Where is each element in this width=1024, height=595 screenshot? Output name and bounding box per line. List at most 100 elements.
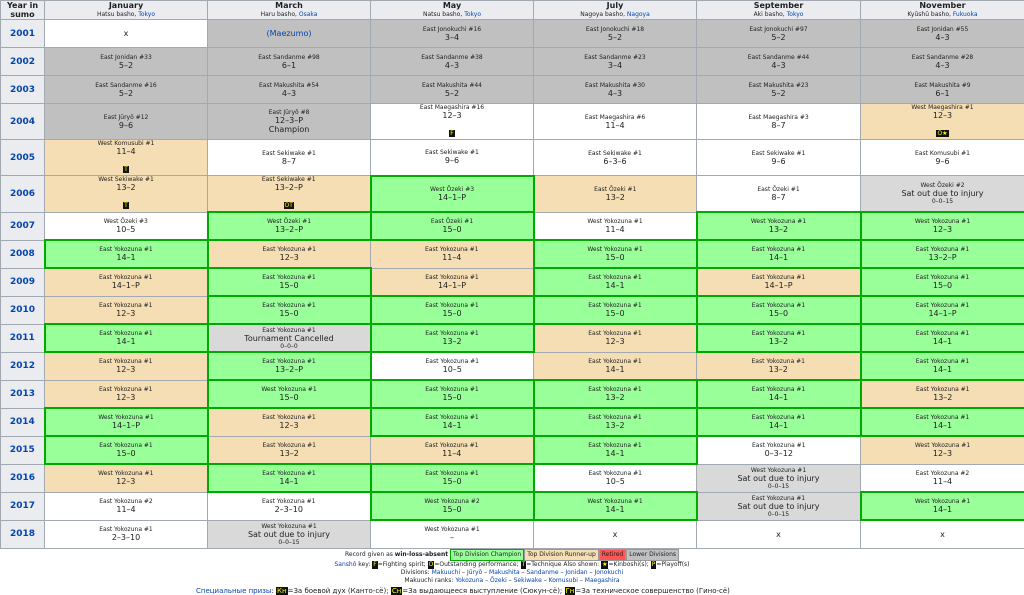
city-link[interactable]: Nagoya: [627, 11, 650, 18]
technique-text: =Technique Also shown:: [526, 561, 601, 568]
division-link[interactable]: Sandanme: [526, 569, 558, 576]
city-link[interactable]: Osaka: [299, 11, 318, 18]
basho-cell: East Yokozuna #113–2: [371, 324, 534, 352]
city-link[interactable]: Fukuoka: [953, 11, 978, 18]
rank-label: East Yokozuna #1: [372, 386, 533, 393]
rank-label: East Maegashira #16: [371, 104, 533, 111]
sansho-link[interactable]: Sanshō: [334, 561, 356, 568]
record-score: 15–0: [372, 225, 533, 234]
basho-cell: East Yokozuna #115–0: [697, 296, 861, 324]
year-link[interactable]: 2007: [1, 212, 45, 240]
legend-champion: Top Division Champion: [450, 549, 524, 561]
city-link[interactable]: Tokyo: [464, 11, 481, 18]
year-link[interactable]: 2002: [1, 48, 45, 76]
year-link[interactable]: 2003: [1, 76, 45, 104]
legend-divisions-row: Divisions: Makuuchi – Jūryō – Makushita …: [0, 569, 1024, 577]
year-link[interactable]: 2010: [1, 296, 45, 324]
year-link[interactable]: 2005: [1, 140, 45, 176]
year-link[interactable]: 2016: [1, 464, 45, 492]
city-link[interactable]: Tokyo: [138, 11, 155, 18]
rank-label: East Maegashira #6: [534, 114, 696, 121]
record-note: 0–0–15: [208, 539, 370, 546]
year-link[interactable]: 2004: [1, 104, 45, 140]
year-link[interactable]: 2015: [1, 436, 45, 464]
table-row: 2016West Yokozuna #112–3East Yokozuna #1…: [1, 464, 1024, 492]
year-link[interactable]: 2001: [1, 20, 45, 48]
basho-cell: East Yokozuna #115–0: [208, 268, 371, 296]
year-link[interactable]: 2012: [1, 352, 45, 380]
basho-cell: East Jonokuchi #163–4: [371, 20, 534, 48]
basho-cell: East Yokozuna #111–4: [371, 436, 534, 464]
basho-cell: East Makushita #96–1: [861, 76, 1024, 104]
record-score: 14–1: [862, 337, 1024, 346]
rank-label: East Yokozuna #1: [862, 358, 1024, 365]
prize-badge-icon: F: [449, 130, 454, 137]
rank-label: East Yokozuna #1: [209, 414, 370, 421]
rank-label: West Yokozuna #1: [535, 498, 696, 505]
rank-label: East Yokozuna #1: [209, 327, 370, 334]
basho-location: Nagoya basho, Nagoya: [534, 10, 696, 19]
rank-label: East Sekiwake #1: [534, 150, 696, 157]
rank-label: East Makushita #30: [534, 82, 696, 89]
record-score[interactable]: (Maezumo): [208, 29, 370, 38]
rank-label: East Yokozuna #1: [862, 274, 1024, 281]
rank-label: East Ōzeki #1: [535, 186, 697, 193]
basho-cell: East Yokozuna #114–1: [534, 268, 697, 296]
division-link[interactable]: Makushita: [489, 569, 520, 576]
legend-record-text: Record given as: [345, 551, 395, 558]
record-score: 14–1: [46, 253, 207, 262]
city-link[interactable]: Tokyo: [787, 11, 804, 18]
table-row: 2008East Yokozuna #114–1East Yokozuna #1…: [1, 240, 1024, 268]
rank-label: West Yokozuna #1: [209, 386, 370, 393]
table-row: 2015East Yokozuna #115–0East Yokozuna #1…: [1, 436, 1024, 464]
record-score: 14–1: [862, 365, 1024, 374]
table-row: 2002East Jonidan #335–2East Sandanme #98…: [1, 48, 1024, 76]
rank-link[interactable]: Sekiwake: [514, 577, 542, 584]
rank-label: East Sekiwake #1: [371, 149, 533, 156]
record-score: x: [861, 530, 1024, 539]
gino-sho-icon: Гн: [565, 587, 576, 595]
record-score: 8–7: [208, 157, 370, 166]
division-link[interactable]: Jūryō: [467, 569, 482, 576]
rank-label: West Ōzeki #3: [45, 218, 207, 225]
basho-cell: East Jūryō #129–6: [45, 104, 208, 140]
basho-cell: East Yokozuna #12–3–10: [208, 492, 371, 520]
year-link[interactable]: 2018: [1, 520, 45, 548]
year-link[interactable]: 2017: [1, 492, 45, 520]
record-score: 13–2–P: [862, 253, 1024, 262]
record-score: –: [371, 533, 533, 542]
year-link[interactable]: 2006: [1, 176, 45, 213]
division-link[interactable]: Makuuchi: [432, 569, 461, 576]
year-link[interactable]: 2011: [1, 324, 45, 352]
special-prizes-link[interactable]: Специальные призы: [196, 587, 271, 595]
record-score: 4–3: [534, 89, 696, 98]
rank-label: West Sekiwake #1: [45, 176, 207, 183]
record-score: 12–3: [209, 253, 371, 262]
rank-link[interactable]: Yokozuna: [455, 577, 483, 584]
year-link[interactable]: 2014: [1, 408, 45, 436]
year-link[interactable]: 2009: [1, 268, 45, 296]
rank-label: East Yokozuna #1: [535, 330, 696, 337]
record-body: 2001 x (Maezumo)East Jonokuchi #163–4 East …: [1, 20, 1024, 549]
rank-link[interactable]: Komusubi: [549, 577, 578, 584]
record-score: 11–4: [371, 253, 533, 262]
year-link[interactable]: 2008: [1, 240, 45, 268]
rank-link[interactable]: Maegashira: [585, 577, 620, 584]
legend-sansho-row: Sanshō key: F=Fighting spirit; O=Outstan…: [0, 561, 1024, 569]
division-link[interactable]: Jonidan: [565, 569, 587, 576]
record-score: 12–3: [45, 365, 207, 374]
division-link[interactable]: Jonokuchi: [594, 569, 623, 576]
basho-cell: West Ōzeki #113–2–P: [208, 212, 371, 240]
basho-name: Kyūshū basho,: [907, 11, 952, 18]
record-score: 13–2: [697, 365, 860, 374]
record-score: 2–3–10: [45, 533, 207, 542]
rank-label: East Jūryō #8: [208, 109, 370, 116]
record-score: 10–5: [45, 225, 207, 234]
basho-cell: West Yokozuna #112–3: [861, 212, 1024, 240]
rank-label: West Yokozuna #1: [535, 246, 696, 253]
rank-label: East Makushita #44: [371, 82, 533, 89]
record-score: Sat out due to injury: [861, 189, 1024, 198]
rank-link[interactable]: Ōzeki: [490, 577, 507, 584]
year-link[interactable]: 2013: [1, 380, 45, 408]
header-row: Year in sumo JanuaryHatsu basho, TokyoMa…: [1, 1, 1024, 20]
